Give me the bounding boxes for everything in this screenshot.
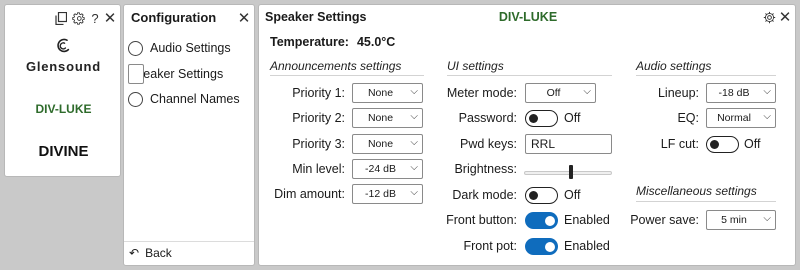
radio-icon [128, 91, 143, 107]
device-name: DIVINE [38, 143, 89, 160]
toggle-knob [545, 241, 555, 252]
min-level-label: Min level: [292, 162, 345, 176]
password-toggle[interactable] [525, 110, 558, 127]
select-value: -12 dB [365, 188, 396, 200]
divider [124, 241, 254, 242]
priority2-label: Priority 2: [292, 111, 345, 125]
lineup-select[interactable]: -18 dB ⌵ [706, 83, 776, 103]
announcements-heading: Announcements settings [270, 59, 402, 73]
front-pot-label: Front pot: [463, 239, 518, 253]
copy-icon[interactable] [54, 11, 68, 25]
power-save-select[interactable]: 5 min ⌵ [706, 210, 776, 230]
back-button[interactable]: ↶ Back [129, 245, 172, 261]
dim-amount-label: Dim amount: [274, 187, 345, 201]
chevron-down-icon: ⌵ [763, 213, 771, 224]
lf-cut-label: LF cut: [660, 137, 699, 151]
select-value: -24 dB [365, 163, 396, 175]
password-label: Password: [458, 111, 517, 125]
select-value: -18 dB [718, 87, 750, 99]
audio-settings-heading: Audio settings [636, 59, 712, 73]
divider [270, 75, 424, 76]
front-pot-state: Enabled [564, 239, 610, 253]
front-button-toggle[interactable] [525, 212, 558, 229]
nav-channel-names[interactable]: Channel Names [128, 89, 240, 109]
front-pot-toggle[interactable] [525, 238, 558, 255]
gear-icon[interactable] [71, 11, 85, 25]
speaker-settings-title: Speaker Settings [265, 10, 367, 24]
chevron-down-icon: ⌵ [583, 86, 591, 97]
configuration-panel: Configuration ✕ Audio Settings Speaker S… [123, 4, 255, 266]
speaker-settings-panel: DIV-LUKE Speaker Settings ✕ Temperature:… [258, 4, 796, 266]
dark-mode-label: Dark mode: [452, 188, 517, 202]
select-value: None [367, 112, 394, 124]
close-icon[interactable]: ✕ [237, 11, 251, 26]
dark-mode-toggle[interactable] [525, 187, 558, 204]
power-save-label: Power save: [630, 213, 699, 227]
toggle-knob [710, 139, 719, 149]
select-value: Normal [717, 112, 751, 124]
meter-mode-select[interactable]: Off ⌵ [525, 83, 596, 103]
nav-item-label: Audio Settings [150, 41, 231, 55]
priority3-label: Priority 3: [292, 137, 345, 151]
close-icon[interactable]: ✕ [103, 11, 117, 26]
nav-audio-settings[interactable]: Audio Settings [128, 38, 231, 58]
radio-selected-icon [128, 64, 144, 84]
nav-item-label: Channel Names [150, 92, 240, 106]
toggle-knob [529, 190, 538, 200]
toggle-knob [545, 215, 555, 226]
lf-cut-toggle[interactable] [706, 136, 739, 153]
radio-icon [128, 40, 143, 56]
ui-settings-heading: UI settings [447, 59, 504, 73]
nav-speaker-settings[interactable]: Speaker Settings [128, 64, 223, 84]
chevron-down-icon: ⌵ [763, 111, 771, 122]
front-button-label: Front button: [446, 213, 517, 227]
lf-cut-state: Off [744, 137, 761, 151]
help-icon[interactable]: ? [88, 11, 102, 25]
pwd-keys-label: Pwd keys: [460, 137, 517, 151]
configuration-title: Configuration [131, 10, 217, 25]
back-label: Back [145, 246, 172, 260]
brightness-label: Brightness: [454, 162, 517, 176]
temperature-row: Temperature: 45.0°C [270, 35, 395, 49]
divider [447, 75, 612, 76]
select-value: 5 min [721, 214, 747, 226]
select-value: None [367, 87, 394, 99]
back-arrow-icon: ↶ [129, 246, 140, 260]
glensound-logo-icon [5, 37, 122, 55]
misc-settings-heading: Miscellaneous settings [636, 184, 757, 198]
eq-label: EQ: [677, 111, 699, 125]
eq-select[interactable]: Normal ⌵ [706, 108, 776, 128]
toggle-knob [529, 113, 538, 123]
divider [636, 75, 776, 76]
brightness-slider-thumb[interactable] [568, 165, 573, 179]
close-icon[interactable]: ✕ [778, 10, 792, 25]
glensound-logo-text: Glensound [25, 59, 102, 74]
select-value: Off [546, 87, 561, 99]
temperature-label: Temperature: [270, 35, 349, 49]
device-panel: ? ✕ Glensound DIV-LUKE DIVINE [4, 4, 121, 177]
device-id: DIV-LUKE [35, 102, 92, 116]
dark-mode-state: Off [564, 188, 581, 202]
lineup-label: Lineup: [657, 86, 699, 100]
password-state: Off [564, 111, 581, 125]
select-value: None [367, 138, 394, 150]
chevron-down-icon: ⌵ [763, 86, 771, 97]
gear-icon[interactable] [762, 10, 776, 24]
priority1-label: Priority 1: [292, 86, 345, 100]
meter-mode-label: Meter mode: [446, 86, 517, 100]
divider [636, 201, 776, 202]
temperature-value: 45.0°C [356, 35, 396, 49]
